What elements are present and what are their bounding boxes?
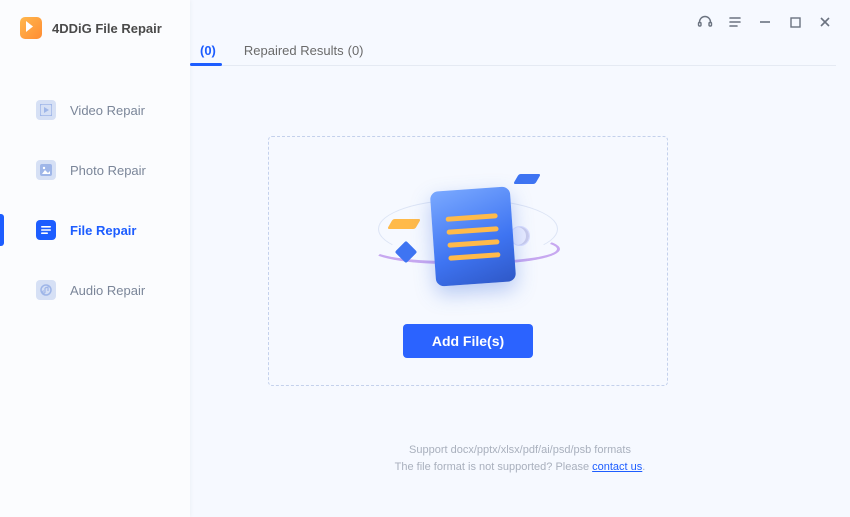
tab-count: (0) [348,43,364,58]
sidebar-item-label: Audio Repair [70,283,145,298]
tabs: (0) Repaired Results (0) [190,36,836,66]
file-icon [36,220,56,240]
tab-repaired-results[interactable]: Repaired Results (0) [238,35,370,65]
supported-formats-text: Support docx/pptx/xlsx/pdf/ai/psd/psb fo… [190,442,850,460]
sidebar-item-label: File Repair [70,223,136,238]
sidebar-item-label: Photo Repair [70,163,146,178]
tab-count: (0) [200,43,216,58]
app-logo-row: 4DDiG File Repair [0,0,190,56]
maximize-icon[interactable] [786,13,804,31]
add-files-button[interactable]: Add File(s) [403,324,533,358]
tab-label: Repaired Results [244,43,344,58]
menu-icon[interactable] [726,13,744,31]
sidebar-item-audio-repair[interactable]: Audio Repair [0,260,190,320]
file-dropzone[interactable]: Add File(s) [268,136,668,386]
footer-line2: The file format is not supported? Please… [190,459,850,477]
photo-icon [36,160,56,180]
footer-text: Support docx/pptx/xlsx/pdf/ai/psd/psb fo… [190,442,850,477]
close-icon[interactable] [816,13,834,31]
app-name: 4DDiG File Repair [52,21,162,36]
sidebar-item-video-repair[interactable]: Video Repair [0,80,190,140]
sidebar-item-label: Video Repair [70,103,145,118]
minimize-icon[interactable] [756,13,774,31]
content-area: Add File(s) Support docx/pptx/xlsx/pdf/a… [190,66,850,517]
video-icon [36,100,56,120]
support-headset-icon[interactable] [696,13,714,31]
tab-unrepaired[interactable]: (0) [190,35,222,65]
file-illustration [368,164,568,314]
sidebar: 4DDiG File Repair Video Repair Photo Rep… [0,0,190,517]
audio-icon [36,280,56,300]
app-logo-icon [20,17,42,39]
contact-us-link[interactable]: contact us [592,461,642,473]
sidebar-item-file-repair[interactable]: File Repair [0,200,190,260]
sidebar-item-photo-repair[interactable]: Photo Repair [0,140,190,200]
